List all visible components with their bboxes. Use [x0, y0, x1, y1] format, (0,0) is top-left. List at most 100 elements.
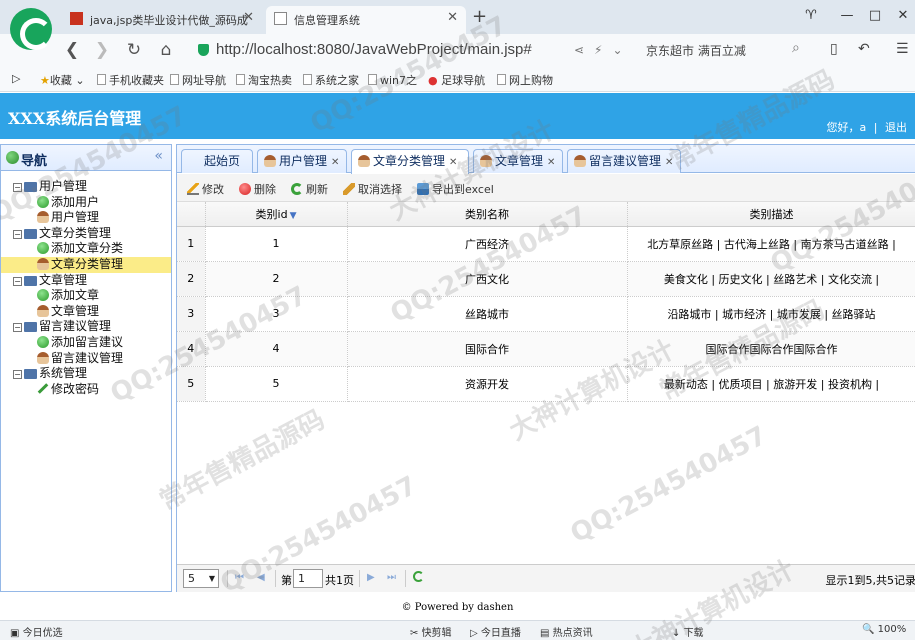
favicon-icon: [70, 12, 83, 25]
close-icon[interactable]: ✕: [243, 10, 254, 25]
search-icon[interactable]: ⌕: [792, 40, 800, 56]
user-icon: [37, 304, 49, 317]
user-icon: [574, 155, 586, 167]
url-input[interactable]: http://localhost:8080/JavaWebProject/mai…: [190, 39, 638, 61]
minus-icon[interactable]: −: [13, 183, 22, 192]
close-icon[interactable]: ✕: [331, 157, 339, 168]
tab-user-manage[interactable]: 用户管理 ✕: [257, 149, 347, 173]
forward-icon[interactable]: ❯: [90, 40, 114, 60]
tree-item-message-manage[interactable]: 留言建议管理: [1, 351, 171, 367]
minus-icon[interactable]: −: [13, 323, 22, 333]
zoom-level[interactable]: 🔍 100%: [862, 624, 906, 635]
address-bar: ❮ ❯ ↻ ⌂ http://localhost:8080/JavaWebPro…: [0, 34, 915, 66]
column-header-id[interactable]: 类别id ▼: [205, 202, 348, 227]
close-icon[interactable]: ✕: [449, 157, 457, 168]
cell-desc: 美食文化 | 历史文化 | 丝路艺术 | 文化交流 |: [627, 261, 915, 297]
tree-group-articles[interactable]: − 文章管理: [1, 273, 171, 289]
table-row[interactable]: 3 3 丝路城市 沿路城市 | 城市经济 | 城市发展 | 丝路驿站: [177, 296, 915, 332]
next-page-icon[interactable]: ▶: [367, 572, 375, 583]
bookmark-item[interactable]: win7之: [368, 72, 417, 88]
last-page-icon[interactable]: ⏭: [387, 572, 396, 583]
tree-group-users[interactable]: − 用户管理: [1, 179, 171, 195]
cell-name: 广西文化: [347, 261, 628, 297]
column-header-desc[interactable]: 类别描述: [627, 202, 915, 227]
tree-item-category-manage[interactable]: 文章分类管理: [1, 256, 171, 273]
search-input[interactable]: 京东超市 满百立减: [646, 42, 746, 59]
menu-icon[interactable]: ☰: [896, 41, 909, 57]
first-page-icon[interactable]: ⏮: [235, 572, 244, 583]
undo-icon[interactable]: ↶: [858, 41, 870, 57]
table-row[interactable]: 4 4 国际合作 国际合作国际合作国际合作: [177, 331, 915, 367]
page-size-select[interactable]: 5: [183, 569, 219, 588]
edit-icon: [187, 183, 199, 195]
table-row[interactable]: 5 5 资源开发 最新动态 | 优质项目 | 旅游开发 | 投资机构 |: [177, 366, 915, 402]
edit-button[interactable]: 修改: [187, 181, 224, 197]
tree-item-change-password[interactable]: 修改密码: [1, 382, 171, 398]
tree-group-messages[interactable]: − 留言建议管理: [1, 319, 171, 335]
unselect-button[interactable]: 取消选择: [343, 181, 402, 197]
tree-item-add-article[interactable]: 添加文章: [1, 288, 171, 304]
bookmark-item[interactable]: 手机收藏夹: [97, 72, 164, 88]
collapse-icon[interactable]: «: [154, 148, 163, 164]
add-icon: [37, 289, 49, 302]
status-item[interactable]: ▤ 热点资讯: [540, 624, 593, 639]
column-header-name[interactable]: 类别名称: [347, 202, 628, 227]
sidebar-toggle-icon[interactable]: ▷: [12, 72, 20, 85]
url-tools[interactable]: ⋖⚡⌄: [574, 43, 633, 57]
bookmark-item[interactable]: 网上购物: [497, 72, 553, 88]
status-item[interactable]: ▷ 今日直播: [470, 624, 521, 639]
status-item[interactable]: ✂ 快剪辑: [410, 624, 452, 639]
browser-tab-1[interactable]: java,jsp类毕业设计代做_源码成 ✕: [62, 6, 262, 34]
prev-page-icon[interactable]: ◀: [257, 572, 265, 583]
bookmark-item[interactable]: 系统之家: [303, 72, 359, 88]
minus-icon[interactable]: −: [13, 276, 22, 286]
minus-icon[interactable]: −: [13, 229, 22, 239]
status-item[interactable]: ▣ 今日优选: [10, 624, 63, 639]
pagination-bar: 5 ⏮ ◀ 第 1 共1页 ▶ ⏭ 显示1到5,共5记录: [177, 564, 915, 592]
table-row[interactable]: 1 1 广西经济 北方草原丝路 | 古代海上丝路 | 南方茶马古道丝路 |: [177, 226, 915, 262]
logout-link[interactable]: 退出: [885, 121, 907, 134]
cell-id: 3: [205, 296, 348, 332]
home-icon[interactable]: ⌂: [154, 40, 178, 60]
maximize-icon[interactable]: □: [864, 8, 886, 23]
refresh-button[interactable]: 刷新: [291, 181, 328, 197]
tab-category-manage[interactable]: 文章分类管理 ✕: [351, 149, 469, 174]
close-icon[interactable]: ✕: [665, 157, 673, 168]
skin-icon[interactable]: ♈: [800, 8, 822, 23]
tree-item-article-manage[interactable]: 文章管理: [1, 304, 171, 320]
tree-group-system[interactable]: − 系统管理: [1, 366, 171, 382]
back-icon[interactable]: ❮: [60, 40, 84, 60]
reload-icon[interactable]: ↻: [122, 40, 146, 60]
tab-home[interactable]: 起始页: [181, 149, 253, 173]
download-button[interactable]: ↓ 下载: [672, 624, 704, 639]
close-window-icon[interactable]: ✕: [892, 8, 914, 23]
table-row[interactable]: 2 2 广西文化 美食文化 | 历史文化 | 丝路艺术 | 文化交流 |: [177, 261, 915, 297]
minus-icon[interactable]: −: [13, 370, 22, 380]
tree-group-categories[interactable]: − 文章分类管理: [1, 226, 171, 242]
tree-item-add-category[interactable]: 添加文章分类: [1, 241, 171, 257]
tree-item-add-user[interactable]: 添加用户: [1, 195, 171, 211]
minimize-icon[interactable]: —: [836, 8, 858, 23]
browser-tab-2[interactable]: 信息管理系统 ✕: [266, 6, 466, 34]
pager-refresh-icon[interactable]: [413, 571, 424, 582]
cell-desc: 国际合作国际合作国际合作: [627, 331, 915, 367]
tree-item-add-message[interactable]: 添加留言建议: [1, 335, 171, 351]
bookmark-item[interactable]: ★收藏 ⌄: [40, 72, 85, 88]
folder-icon: [24, 369, 37, 380]
close-icon[interactable]: ✕: [447, 10, 458, 25]
tab-article-manage[interactable]: 文章管理 ✕: [473, 149, 563, 173]
tab-message-manage[interactable]: 留言建议管理 ✕: [567, 149, 681, 173]
delete-icon: [239, 183, 251, 195]
page-number-input[interactable]: 1: [293, 569, 323, 588]
delete-button[interactable]: 删除: [239, 181, 276, 197]
tree-item-user-manage[interactable]: 用户管理: [1, 210, 171, 226]
globe-icon: [6, 151, 19, 164]
bookmark-item[interactable]: 网址导航: [170, 72, 226, 88]
new-tab-button[interactable]: +: [472, 6, 487, 27]
bookmark-item[interactable]: ● 足球导航: [428, 72, 485, 88]
phone-icon[interactable]: ▯: [830, 41, 838, 57]
export-button[interactable]: 导出到excel: [417, 181, 494, 197]
close-icon[interactable]: ✕: [547, 157, 555, 168]
folder-icon: [24, 182, 37, 192]
bookmark-item[interactable]: 淘宝热卖: [236, 72, 292, 88]
